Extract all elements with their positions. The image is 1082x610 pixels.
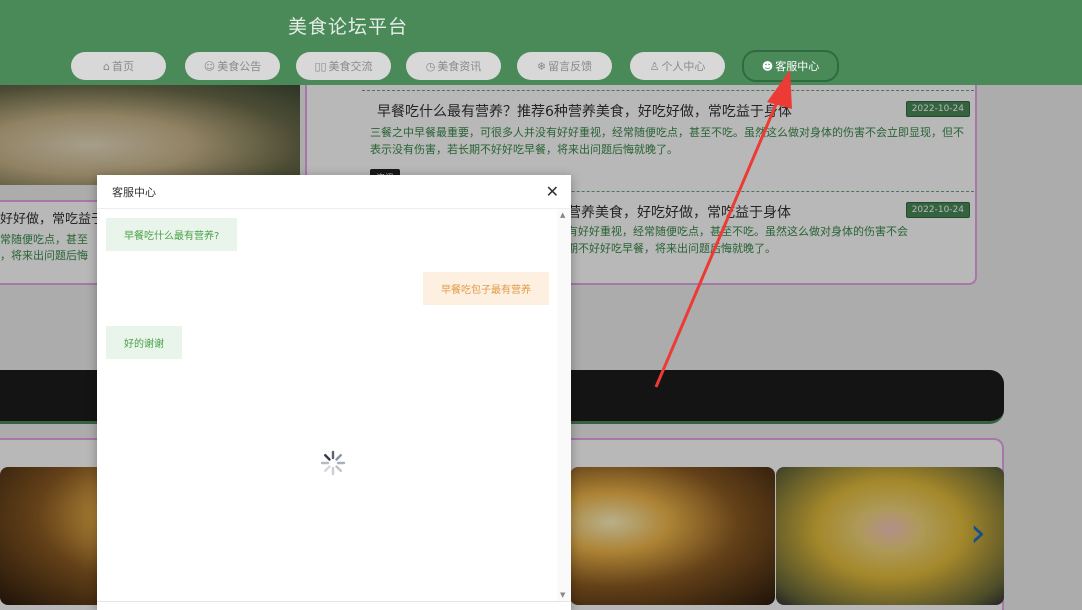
nav-label: 首页 [111,60,134,73]
nav-customer-service[interactable]: ☻ 客服中心 [742,50,839,82]
close-icon[interactable]: ✕ [546,182,559,201]
chat-scrollbar[interactable]: ▲ ▼ [557,209,571,601]
customer-service-dialog: 客服中心 ✕ 早餐吃什么最有营养? 早餐吃包子最有营养 好的谢谢 ▲ ▼ [97,175,571,610]
nav-exchange[interactable]: ▯▯ 美食交流 [296,52,391,80]
dialog-header: 客服中心 ✕ [97,175,571,209]
chat-icon: ▯▯ [314,59,327,73]
snowflake-icon: ❄ [536,59,547,73]
megaphone-icon: ☺ [203,59,216,73]
chat-message-agent: 早餐吃包子最有营养 [423,272,549,305]
nav-label: 美食资讯 [437,60,482,73]
chat-message-user: 早餐吃什么最有营养? [106,218,238,251]
loading-spinner-icon [320,450,346,476]
nav-label: 美食交流 [328,60,373,73]
nav-announcements[interactable]: ☺ 美食公告 [185,52,280,80]
scroll-up-icon[interactable]: ▲ [560,211,565,219]
nav-label: 留言反馈 [548,60,593,73]
dialog-title: 客服中心 [112,186,156,199]
headset-icon: ☻ [761,59,774,73]
nav-label: 个人中心 [661,60,706,73]
site-header: 美食论坛平台 ⌂ 首页 ☺ 美食公告 ▯▯ 美食交流 ◷ 美食资讯 ❄ 留言反馈… [0,0,1082,85]
dialog-footer [97,601,571,610]
nav-label: 客服中心 [775,60,820,73]
clock-icon: ◷ [425,59,436,73]
user-icon: ♙ [649,59,660,73]
chat-message-user: 好的谢谢 [106,326,182,359]
chat-messages: 早餐吃什么最有营养? 早餐吃包子最有营养 好的谢谢 [97,209,557,601]
home-icon: ⌂ [103,59,110,73]
nav-home[interactable]: ⌂ 首页 [71,52,166,80]
nav-news[interactable]: ◷ 美食资讯 [406,52,501,80]
nav-profile[interactable]: ♙ 个人中心 [630,52,725,80]
nav-feedback[interactable]: ❄ 留言反馈 [517,52,612,80]
site-title: 美食论坛平台 [288,16,409,38]
scroll-down-icon[interactable]: ▼ [560,591,565,599]
nav-label: 美食公告 [217,60,262,73]
main-nav: ⌂ 首页 ☺ 美食公告 ▯▯ 美食交流 ◷ 美食资讯 ❄ 留言反馈 ♙ 个人中心… [0,50,1082,82]
